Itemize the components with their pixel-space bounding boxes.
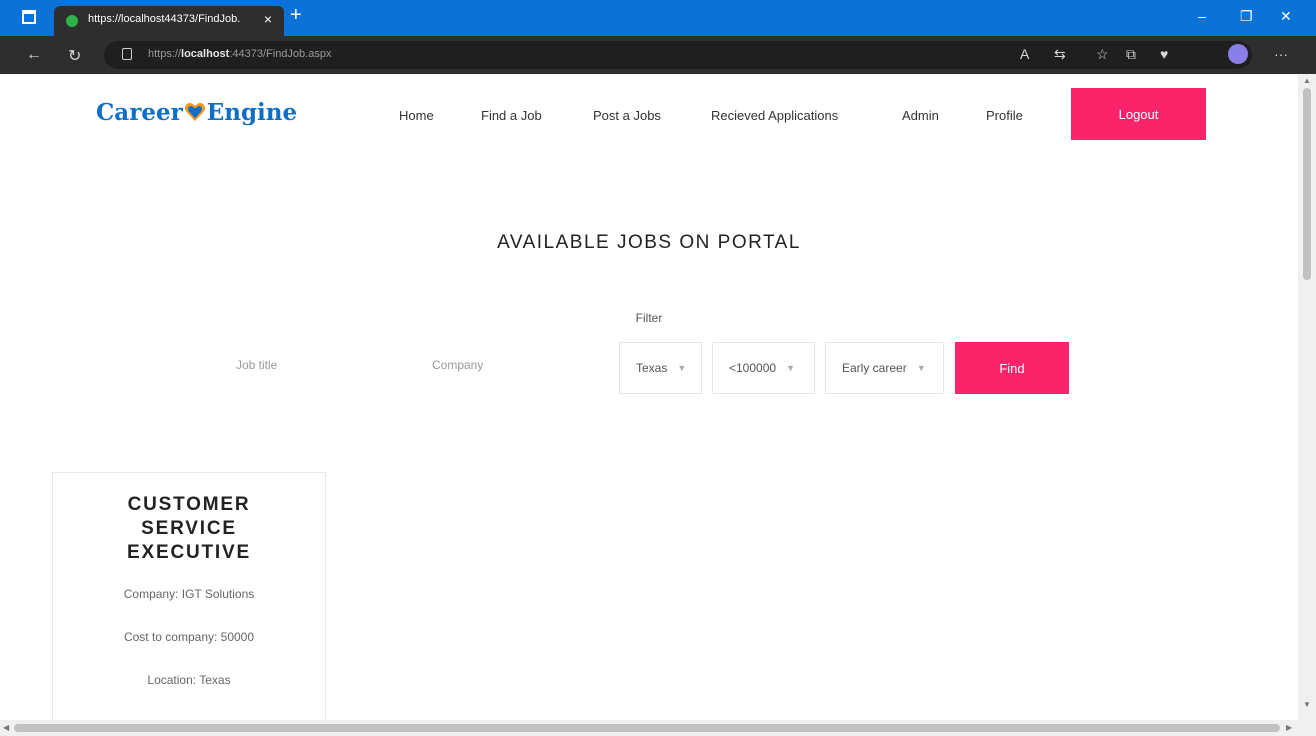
restore-button[interactable]: ❐: [1240, 8, 1253, 25]
vertical-scroll-thumb[interactable]: [1303, 88, 1311, 280]
job-cost-to-company: Cost to company: 50000: [123, 630, 255, 644]
lock-icon: [122, 48, 132, 60]
translate-icon[interactable]: ⇆: [1054, 46, 1066, 63]
browser-toolbar: ← ↻ https://localhost:44373/FindJob.aspx…: [0, 36, 1316, 74]
job-location: Location: Texas: [147, 673, 231, 687]
nav-admin[interactable]: Admin: [902, 108, 939, 123]
find-button[interactable]: Find: [955, 342, 1069, 394]
job-company: Company: IGT Solutions: [123, 587, 255, 601]
scroll-down-icon[interactable]: ▼: [1303, 700, 1311, 709]
extension-icon[interactable]: ♥: [1160, 46, 1168, 62]
more-options-icon[interactable]: ···: [1274, 46, 1288, 62]
tab-title: https://localhost44373/FindJob.: [88, 13, 241, 25]
read-aloud-icon[interactable]: A: [1020, 46, 1029, 62]
nav-recieved-applications[interactable]: Recieved Applications: [711, 108, 838, 123]
favicon-icon: [66, 15, 78, 27]
page-viewport: Career Engine Home Find a Job Post a Jobs…: [0, 74, 1298, 720]
horizontal-scroll-thumb[interactable]: [14, 724, 1280, 732]
nav-home[interactable]: Home: [399, 108, 434, 123]
scrollbar-corner: [1298, 720, 1316, 736]
new-tab-button[interactable]: +: [290, 5, 302, 25]
nav-post-a-jobs[interactable]: Post a Jobs: [593, 108, 661, 123]
collections-icon[interactable]: ⧉: [1126, 46, 1136, 63]
back-arrow-icon[interactable]: ←: [26, 46, 42, 64]
favorites-icon[interactable]: ☆: [1096, 46, 1109, 63]
minimize-button[interactable]: –: [1198, 8, 1206, 24]
address-bar[interactable]: https://localhost:44373/FindJob.aspx A ⇆: [104, 41, 1252, 69]
page-title: AVAILABLE JOBS ON PORTAL: [497, 232, 801, 253]
browser-tab[interactable]: https://localhost44373/FindJob. ×: [54, 6, 284, 36]
chevron-down-icon: ▼: [677, 363, 687, 373]
tab-close-icon[interactable]: ×: [264, 11, 272, 27]
horizontal-scrollbar[interactable]: ◀ ▶: [0, 720, 1298, 736]
salary-select[interactable]: <100000 ▼: [712, 342, 815, 394]
job-title-line: SERVICE: [141, 518, 237, 539]
experience-select[interactable]: Early career ▼: [825, 342, 944, 394]
window-menu-icon[interactable]: [22, 10, 36, 24]
chevron-down-icon: ▼: [786, 363, 795, 373]
nav-find-a-job[interactable]: Find a Job: [481, 108, 542, 123]
scroll-right-icon[interactable]: ▶: [1286, 723, 1292, 732]
close-window-button[interactable]: ✕: [1280, 8, 1292, 25]
job-card[interactable]: CUSTOMER SERVICE EXECUTIVE Company: IGT …: [52, 472, 326, 720]
job-title-line: EXECUTIVE: [127, 542, 251, 563]
url-text: https://localhost:44373/FindJob.aspx: [148, 48, 332, 60]
job-title-line: CUSTOMER: [127, 494, 251, 515]
logo-text-engine: Engine: [206, 99, 298, 126]
refresh-icon[interactable]: ↻: [68, 46, 81, 66]
company-input[interactable]: Company: [432, 358, 483, 372]
scroll-left-icon[interactable]: ◀: [3, 723, 9, 732]
experience-select-value: Early career: [842, 361, 907, 375]
logout-button[interactable]: Logout: [1071, 88, 1206, 140]
logo-heart-shield-icon: [184, 103, 205, 122]
salary-select-value: <100000: [729, 361, 777, 375]
logo-text-career: Career: [96, 99, 183, 126]
browser-titlebar: https://localhost44373/FindJob. × + – ❐ …: [0, 0, 1316, 36]
filter-label: Filter: [635, 311, 663, 325]
job-card-title: CUSTOMER SERVICE EXECUTIVE: [53, 493, 325, 565]
chevron-down-icon: ▼: [916, 363, 926, 373]
nav-profile[interactable]: Profile: [986, 108, 1023, 123]
profile-avatar-icon[interactable]: [1228, 44, 1248, 64]
job-title-input[interactable]: Job title: [236, 358, 277, 372]
vertical-scrollbar[interactable]: ▲ ▼: [1298, 74, 1316, 720]
site-logo[interactable]: Career Engine: [96, 99, 297, 126]
location-select-value: Texas: [636, 361, 668, 375]
location-select[interactable]: Texas ▼: [619, 342, 702, 394]
scroll-up-icon[interactable]: ▲: [1303, 76, 1311, 85]
